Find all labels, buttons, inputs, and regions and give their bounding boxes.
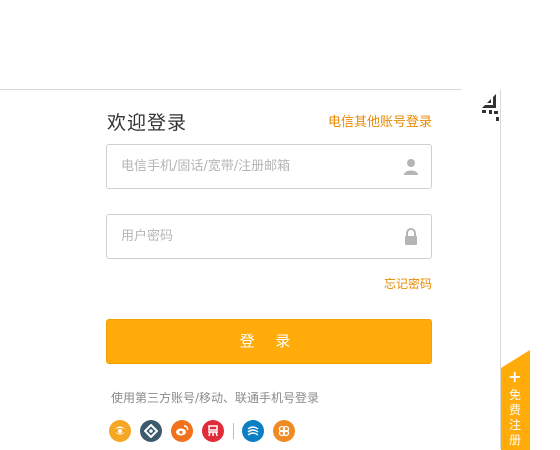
login-title: 欢迎登录 (107, 112, 188, 134)
forgot-password-link[interactable]: 忘记密码 (384, 275, 432, 292)
third-party-login-icons (109, 419, 304, 443)
china-unicom-icon[interactable] (273, 420, 295, 442)
plus-icon: + (508, 367, 522, 386)
weibo-icon[interactable] (171, 420, 193, 442)
password-field[interactable] (106, 214, 432, 259)
user-icon (404, 159, 418, 175)
third-party-label: 使用第三方账号/移动、联通手机号登录 (111, 391, 320, 405)
register-tab-tip (501, 350, 530, 368)
register-tab-label: 免费注册 (509, 388, 522, 447)
yi-icon[interactable] (202, 420, 224, 442)
account-input[interactable] (107, 145, 387, 188)
qr-login-toggle[interactable] (462, 89, 501, 128)
free-register-tab[interactable]: + 免费注册 (501, 350, 530, 450)
lock-icon (405, 228, 417, 245)
qr-corner-fold (462, 89, 501, 128)
china-mobile-icon[interactable] (242, 420, 264, 442)
login-button[interactable]: 登 录 (106, 319, 432, 364)
other-account-login-link[interactable]: 电信其他账号登录 (328, 111, 432, 130)
tianyi-icon[interactable] (109, 420, 131, 442)
icon-separator (233, 423, 234, 439)
account-icon[interactable] (140, 420, 162, 442)
account-field[interactable] (106, 144, 432, 189)
password-input[interactable] (107, 215, 387, 258)
